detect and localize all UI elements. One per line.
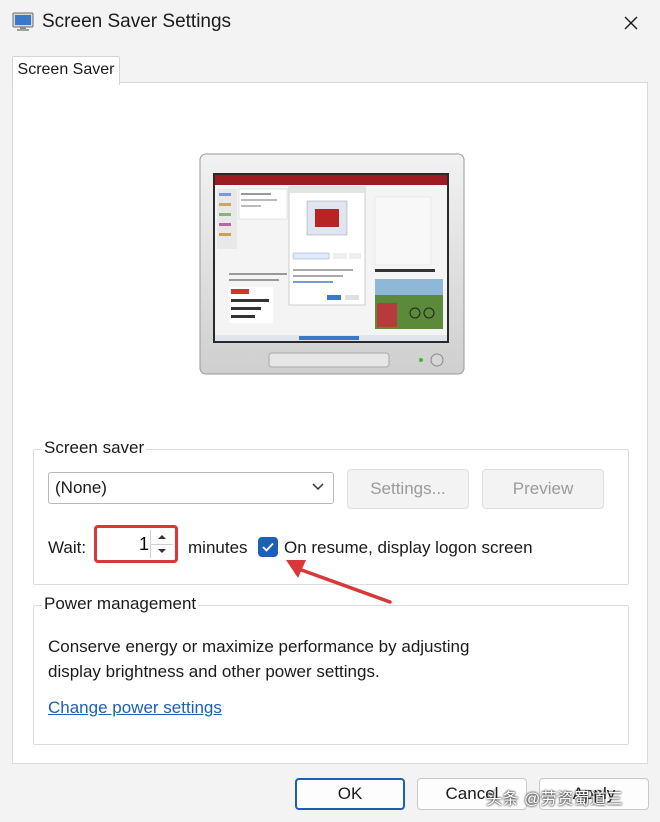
power-description-line1: Conserve energy or maximize performance … [48, 637, 470, 656]
wait-label: Wait: [48, 538, 87, 557]
resume-logon-label[interactable]: On resume, display logon screen [284, 538, 533, 558]
preview-button[interactable]: Preview [482, 469, 604, 509]
window-title: Screen Saver Settings [42, 11, 232, 32]
tab-panel: Screen saver (None) Settings... Preview … [12, 82, 648, 764]
screen-saver-dropdown[interactable]: (None) [48, 472, 334, 504]
title-bar: Screen Saver Settings [0, 0, 660, 46]
apply-button[interactable]: Apply [539, 778, 649, 810]
caret-down-icon [158, 549, 166, 553]
spin-down-button[interactable] [151, 544, 173, 558]
power-description-line2: display brightness and other power setti… [48, 662, 380, 681]
minutes-label: minutes [188, 538, 248, 557]
power-management-group-label: Power management [42, 594, 199, 614]
settings-button[interactable]: Settings... [347, 469, 469, 509]
caret-up-icon [158, 535, 166, 539]
power-management-group: Power management Conserve energy or maxi… [33, 594, 629, 745]
change-power-settings-link[interactable]: Change power settings [48, 698, 222, 718]
tab-screen-saver[interactable]: Screen Saver [12, 56, 120, 85]
wait-minutes-input[interactable] [99, 530, 153, 558]
close-button[interactable] [602, 0, 660, 46]
close-icon [624, 16, 638, 30]
checkmark-icon [262, 542, 274, 552]
screen-saver-group-label: Screen saver [42, 438, 147, 458]
power-description: Conserve energy or maximize performance … [48, 634, 588, 684]
wait-highlight-box [94, 525, 178, 563]
resume-logon-checkbox[interactable] [258, 537, 278, 557]
screen-saver-selected-value: (None) [55, 478, 107, 497]
ok-button[interactable]: OK [295, 778, 405, 810]
spin-up-button[interactable] [151, 530, 173, 545]
screen-saver-app-icon [12, 12, 34, 31]
cancel-button[interactable]: Cancel [417, 778, 527, 810]
screen-saver-group: Screen saver (None) Settings... Preview … [33, 438, 629, 585]
chevron-down-icon [312, 483, 324, 491]
monitor-preview-image [199, 153, 465, 375]
wait-spinner[interactable] [150, 530, 173, 558]
